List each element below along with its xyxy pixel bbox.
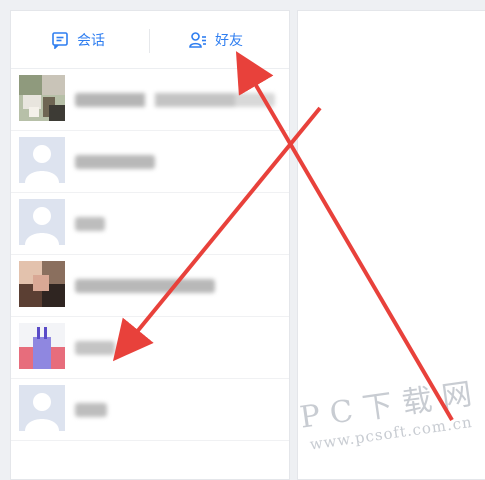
avatar [19, 323, 65, 369]
tab-divider [149, 29, 150, 53]
chat-icon [51, 31, 69, 50]
contact-row[interactable] [11, 255, 289, 317]
contacts-panel: 会话 好友 [10, 10, 290, 480]
tab-friends-label: 好友 [215, 32, 243, 49]
contact-name [75, 217, 105, 231]
tab-bar: 会话 好友 [11, 11, 289, 69]
contact-row[interactable] [11, 379, 289, 441]
contact-name [75, 403, 107, 417]
contact-row[interactable] [11, 69, 289, 131]
contact-list [11, 69, 289, 441]
tab-chat-label: 会话 [77, 32, 105, 49]
contact-row[interactable] [11, 317, 289, 379]
avatar [19, 199, 65, 245]
friends-icon [189, 31, 207, 49]
contact-row[interactable] [11, 193, 289, 255]
contact-name [75, 93, 275, 107]
contact-name [75, 341, 115, 355]
contact-name [75, 279, 215, 293]
tab-chat[interactable]: 会话 [51, 11, 105, 68]
avatar [19, 385, 65, 431]
tab-friends[interactable]: 好友 [189, 11, 243, 68]
contact-row[interactable] [11, 131, 289, 193]
avatar [19, 261, 65, 307]
avatar [19, 137, 65, 183]
contact-name [75, 155, 155, 169]
avatar [19, 75, 65, 121]
